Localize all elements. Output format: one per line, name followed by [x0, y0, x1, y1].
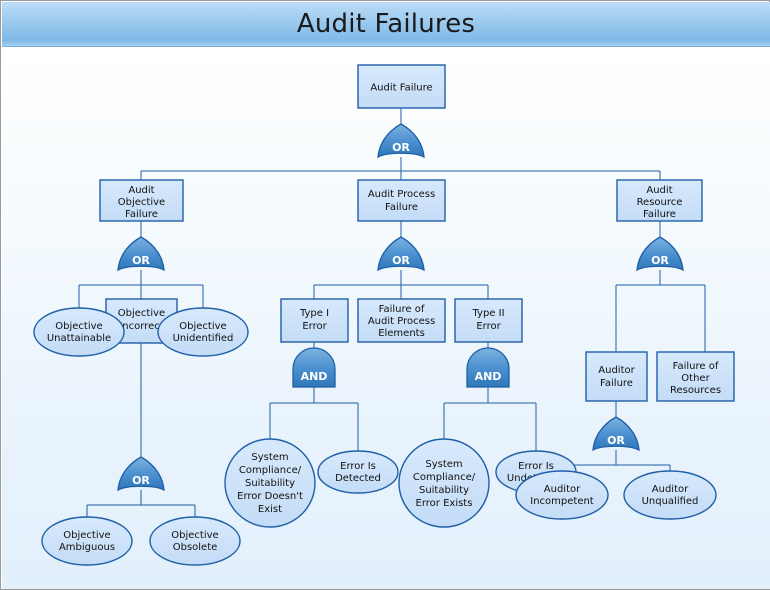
node-error-is-detected[interactable]: Error Is Detected: [317, 450, 399, 494]
node-label-line-1: Auditor: [598, 365, 635, 376]
node-sys-compliance-error-doesnt-exist[interactable]: System Compliance/ Suitability Error Doe…: [224, 438, 316, 528]
gate-or-objective-incorrect[interactable]: OR: [117, 456, 165, 492]
node-audit-resource-failure[interactable]: Audit Resource Failure: [616, 179, 703, 222]
gate-or-auditor[interactable]: OR: [592, 416, 640, 452]
gate-or-objective[interactable]: OR: [117, 236, 165, 272]
gate-or-process[interactable]: OR: [377, 236, 425, 272]
node-label-line-2: Ambiguous: [59, 542, 115, 553]
node-label-line-2: Error: [302, 321, 327, 332]
gate-label: AND: [475, 370, 502, 383]
node-label-line-3: Suitability: [419, 485, 469, 496]
node-objective-unattainable[interactable]: Objective Unattainable: [33, 307, 125, 357]
node-label-line-1: Audit: [128, 185, 154, 196]
node-label-line-2: Audit Process: [368, 316, 435, 327]
gate-label: OR: [392, 254, 410, 267]
node-label-line-2: Failure: [385, 202, 418, 213]
node-label-line-2: Error: [476, 321, 501, 332]
node-label-line-2: Compliance/: [239, 465, 302, 476]
gate-label: OR: [132, 254, 150, 267]
node-audit-objective-failure[interactable]: Audit Objective Failure: [99, 179, 184, 222]
node-label-line-4: Error Exists: [416, 498, 473, 509]
node-label-line-1: Error Is: [518, 461, 554, 472]
node-failure-of-other-resources[interactable]: Failure of Other Resources: [656, 351, 735, 402]
node-objective-obsolete[interactable]: Objective Obsolete: [149, 516, 241, 566]
node-label-line-1: Auditor: [652, 484, 689, 495]
node-auditor-incompetent[interactable]: Auditor Incompetent: [515, 470, 609, 520]
gate-and-type-i[interactable]: AND: [292, 347, 336, 388]
node-label-line-2: Detected: [335, 473, 381, 484]
gate-label: OR: [607, 434, 625, 447]
node-label-line-1: Objective: [55, 321, 102, 332]
node-auditor-failure[interactable]: Auditor Failure: [585, 351, 648, 402]
gate-label: AND: [301, 370, 328, 383]
diagram-page: Audit Failures Audit Failure Audit Objec…: [0, 0, 770, 590]
node-label-line-1: System: [425, 459, 462, 470]
node-label-line-5: Exist: [258, 504, 282, 515]
node-objective-unidentified[interactable]: Objective Unidentified: [157, 307, 249, 357]
node-label-line-3: Failure: [125, 209, 158, 220]
gate-or-resource[interactable]: OR: [636, 236, 684, 272]
gate-label: OR: [132, 474, 150, 487]
node-label-line-2: Other: [681, 373, 710, 384]
node-label-line-2: Unqualified: [642, 496, 699, 507]
node-failure-of-audit-process-elements[interactable]: Failure of Audit Process Elements: [357, 298, 446, 343]
node-label-line-1: Audit Process: [368, 189, 435, 200]
node-label-line-2: Failure: [600, 378, 633, 389]
node-label-line-3: Resources: [670, 385, 721, 396]
node-label-line-3: Elements: [378, 328, 425, 339]
node-label-line-1: Error Is: [340, 461, 376, 472]
gate-and-type-ii[interactable]: AND: [466, 347, 510, 388]
node-label-line-2: Objective: [118, 197, 165, 208]
node-label-line-1: Objective: [171, 530, 218, 541]
node-audit-process-failure[interactable]: Audit Process Failure: [357, 179, 446, 222]
node-audit-failure[interactable]: Audit Failure: [357, 64, 446, 109]
node-label-line-2: Compliance/: [413, 472, 476, 483]
node-label-line-1: Failure of: [379, 304, 425, 315]
node-label-line-1: Failure of: [673, 361, 719, 372]
node-label-line-1: Type II: [471, 308, 504, 319]
node-label-line-2: Unattainable: [47, 333, 111, 344]
diagram-canvas: Audit Failure Audit Objective Failure Au…: [2, 47, 770, 589]
node-label-line-1: Objective: [179, 321, 226, 332]
node-label-line-1: Type I: [299, 308, 329, 319]
node-label-line-2: Unidentified: [173, 333, 234, 344]
gate-label: OR: [651, 254, 669, 267]
fault-tree-svg: Audit Failure Audit Objective Failure Au…: [33, 64, 735, 566]
node-objective-ambiguous[interactable]: Objective Ambiguous: [41, 516, 133, 566]
node-label-line-1: Audit: [646, 185, 672, 196]
node-label-line-4: Error Doesn't: [237, 491, 303, 502]
node-label-line-1: Auditor: [544, 484, 581, 495]
gate-label: OR: [392, 141, 410, 154]
node-label-line-1: Objective: [118, 308, 165, 319]
node-label-line-3: Failure: [643, 209, 676, 220]
node-type-ii-error[interactable]: Type II Error: [454, 298, 523, 343]
node-label-line-1: System: [251, 452, 288, 463]
node-label-line-2: Incompetent: [530, 496, 594, 507]
title-bar: Audit Failures: [2, 2, 770, 47]
node-label-line-3: Suitability: [245, 478, 295, 489]
node-sys-compliance-error-exists[interactable]: System Compliance/ Suitability Error Exi…: [398, 438, 490, 528]
node-label-line-2: Obsolete: [173, 542, 218, 553]
node-label: Audit Failure: [370, 83, 432, 94]
node-label-line-1: Objective: [63, 530, 110, 541]
node-auditor-unqualified[interactable]: Auditor Unqualified: [623, 470, 717, 520]
node-label-line-2: Incorrect: [119, 321, 163, 332]
node-type-i-error[interactable]: Type I Error: [280, 298, 349, 343]
page-title: Audit Failures: [296, 9, 476, 39]
node-label-line-2: Resource: [637, 197, 683, 208]
gate-or-top[interactable]: OR: [377, 123, 425, 159]
